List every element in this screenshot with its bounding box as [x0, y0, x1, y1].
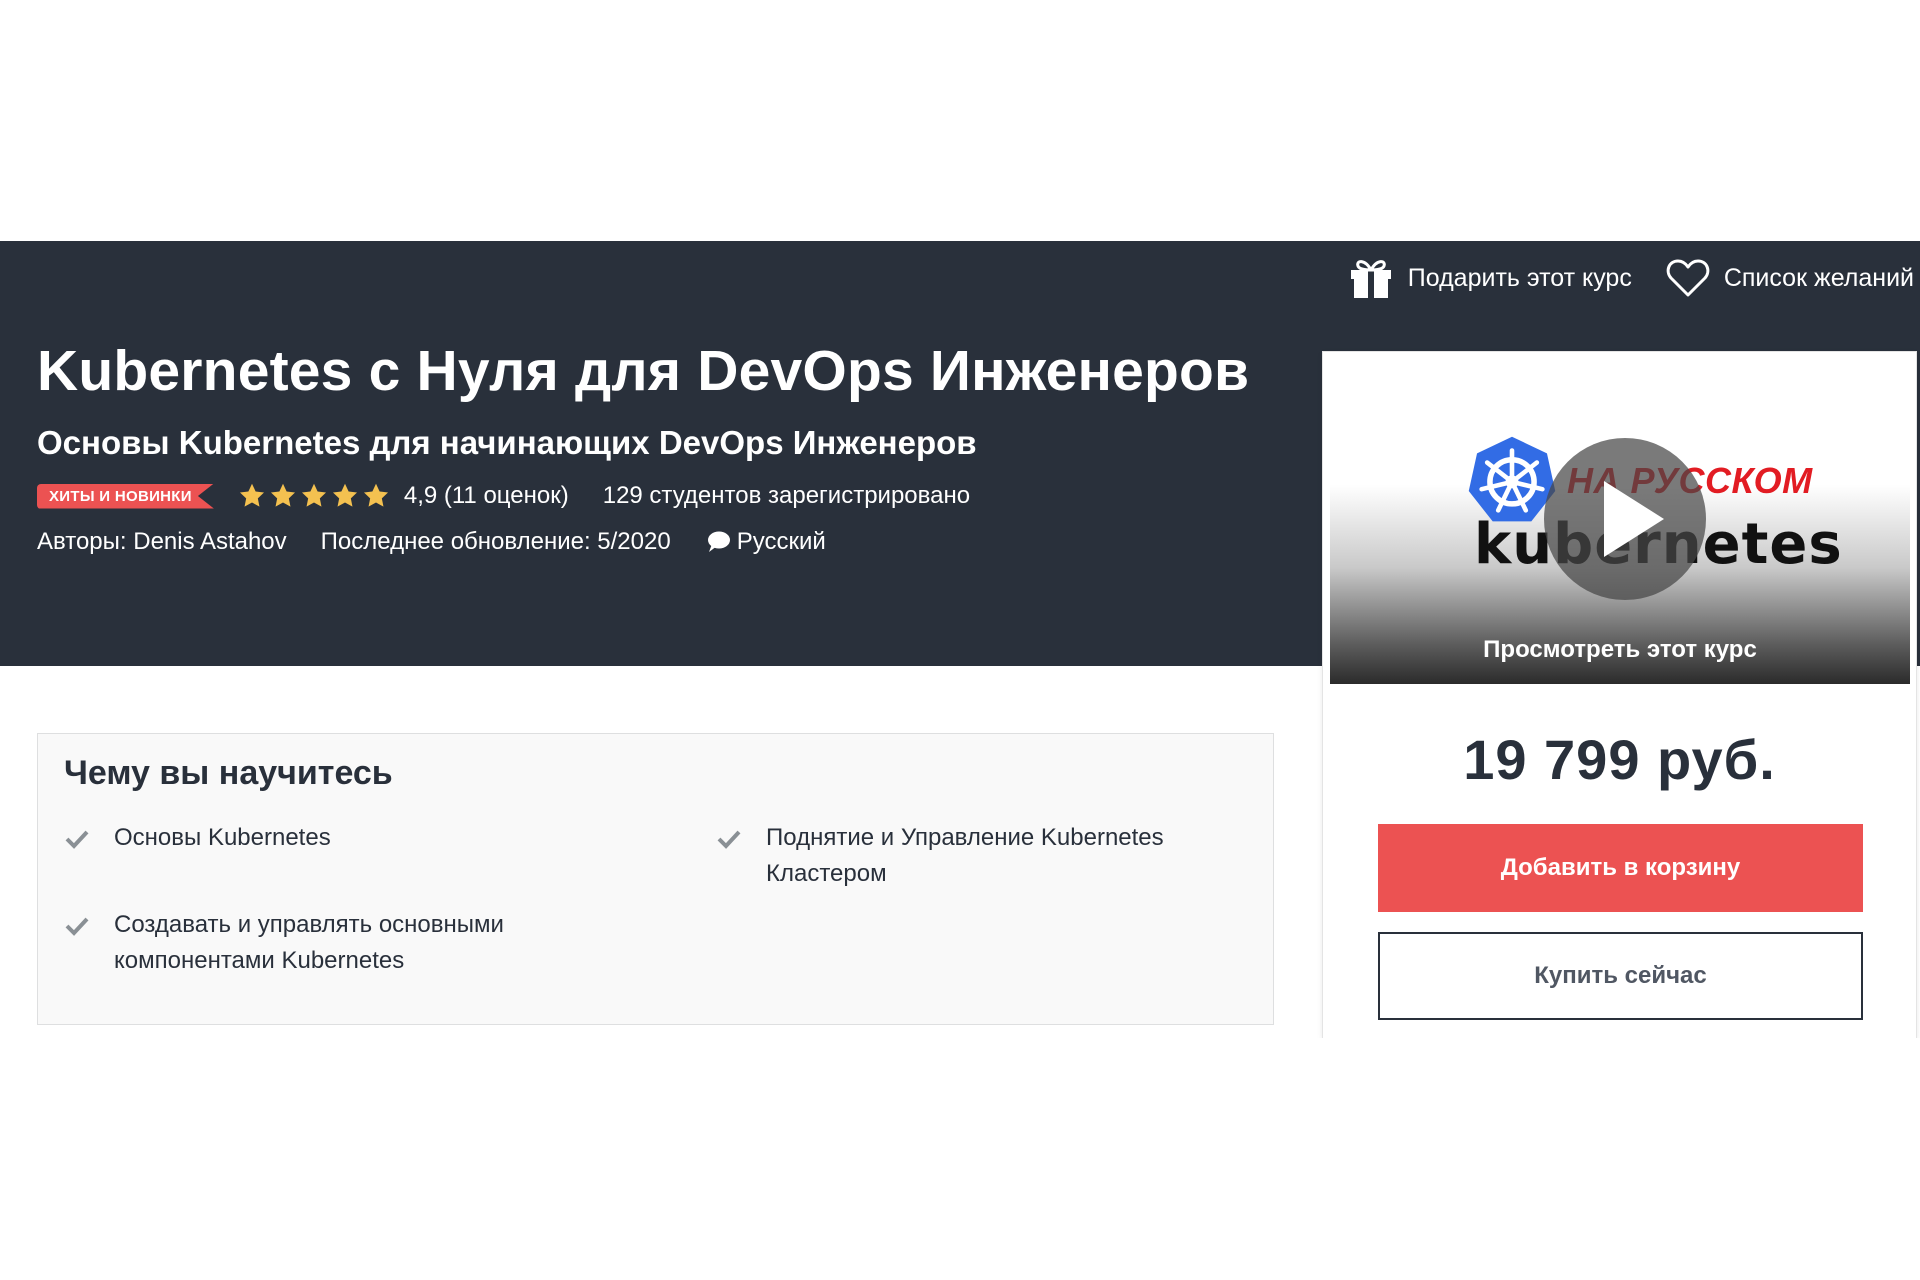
course-preview-video[interactable]: НА РУССКОМ kubernetes Просмотреть этот к… [1330, 352, 1910, 684]
rating-text[interactable]: 4,9 (11 оценок) [404, 482, 569, 510]
learn-section-title: Чему вы научитесь [64, 754, 393, 792]
purchase-card: НА РУССКОМ kubernetes Просмотреть этот к… [1323, 352, 1916, 1038]
rating-stars [238, 482, 390, 510]
heart-icon [1666, 259, 1710, 297]
gift-icon [1350, 260, 1391, 298]
gift-course-label: Подарить этот курс [1407, 263, 1632, 292]
course-authors[interactable]: Авторы: Denis Astahov [37, 528, 287, 556]
course-meta-row: Авторы: Denis Astahov Последнее обновлен… [37, 524, 826, 560]
star-icon [363, 483, 388, 507]
gift-course-button[interactable]: Подарить этот курс [1348, 257, 1632, 299]
course-title: Kubernetes с Нуля для DevOps Инженеров [37, 339, 1250, 403]
wishlist-label: Список желаний [1723, 263, 1914, 292]
star-icon [270, 483, 295, 507]
learn-item-text: Создавать и управлять основными компонен… [114, 911, 504, 974]
last-updated: Последнее обновление: 5/2020 [320, 528, 671, 555]
preview-caption: Просмотреть этот курс [1483, 636, 1757, 663]
list-item: Поднятие и Управление Kubernetes Кластер… [716, 820, 1236, 892]
bestseller-badge: ХИТЫ И НОВИНКИ [37, 483, 214, 509]
list-item: Основы Kubernetes [64, 820, 624, 856]
language-label: Русский [736, 528, 826, 555]
star-icon [239, 483, 264, 507]
students-count: 129 студентов зарегистрировано [602, 482, 971, 509]
add-to-cart-button[interactable]: Добавить в корзину [1378, 824, 1863, 912]
course-price: 19 799 руб. [1463, 728, 1776, 791]
checkmark-icon [717, 830, 741, 849]
learn-item-text: Основы Kubernetes [114, 824, 331, 851]
speech-bubble-icon [707, 531, 730, 552]
list-item: Создавать и управлять основными компонен… [64, 907, 624, 979]
course-subtitle: Основы Kubernetes для начинающих DevOps … [37, 424, 977, 461]
checkmark-icon [65, 830, 89, 849]
star-icon [301, 483, 326, 507]
play-icon[interactable] [1544, 438, 1706, 600]
checkmark-icon [65, 917, 89, 936]
course-rating-row: ХИТЫ И НОВИНКИ 4,9 (11 оценок) 129 студе… [37, 478, 970, 514]
buy-now-button[interactable]: Купить сейчас [1378, 932, 1863, 1020]
top-actions: Подарить этот курс Список желаний [1348, 255, 1914, 301]
star-icon [332, 483, 357, 507]
course-language: Русский [705, 528, 826, 556]
wishlist-button[interactable]: Список желаний [1666, 258, 1914, 298]
learn-item-text: Поднятие и Управление Kubernetes Кластер… [766, 824, 1164, 887]
what-you-will-learn-box: Чему вы научитесь Основы Kubernetes Подн… [37, 733, 1274, 1025]
